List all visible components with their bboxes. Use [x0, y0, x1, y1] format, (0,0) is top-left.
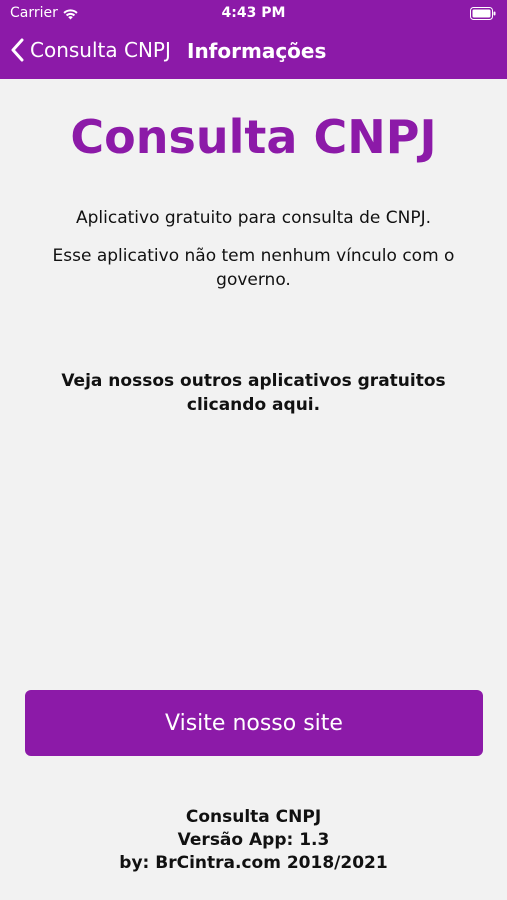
visit-site-button[interactable]: Visite nosso site	[25, 690, 483, 756]
navigation-bar: Consulta CNPJ Informações	[0, 30, 507, 75]
back-button[interactable]: Consulta CNPJ	[10, 38, 171, 62]
footer-app-name: Consulta CNPJ	[185, 807, 322, 827]
back-button-label: Consulta CNPJ	[30, 38, 171, 62]
app-description: Aplicativo gratuito para consulta de CNP…	[75, 208, 431, 228]
screen: Carrier 4:43 PM Consulta CNPJ Informaçõe…	[0, 0, 507, 900]
battery-icon	[470, 7, 496, 20]
footer: Consulta CNPJ Versão App: 1.3 by: BrCint…	[0, 806, 507, 875]
chevron-left-icon	[10, 38, 24, 62]
nav-title: Informações	[187, 39, 327, 63]
footer-version: Versão App: 1.3	[177, 830, 330, 850]
more-apps-link[interactable]: Veja nossos outros aplicativos gratuitos…	[50, 369, 457, 417]
visit-site-button-label: Visite nosso site	[165, 710, 343, 736]
app-title: Consulta CNPJ	[70, 110, 437, 164]
footer-credits: by: BrCintra.com 2018/2021	[119, 853, 388, 873]
status-time: 4:43 PM	[221, 5, 286, 21]
disclaimer-text: Esse aplicativo não tem nenhum vínculo c…	[52, 246, 455, 290]
status-bar: Carrier 4:43 PM	[0, 0, 507, 28]
header: Carrier 4:43 PM Consulta CNPJ Informaçõe…	[0, 0, 507, 79]
